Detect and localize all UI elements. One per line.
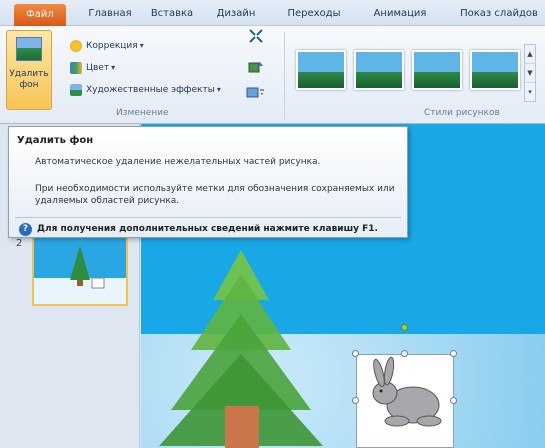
- remove-background-icon: [16, 37, 42, 61]
- tooltip-help-text: Для получения дополнительных сведений на…: [37, 224, 378, 234]
- tab-animations[interactable]: Анимация: [360, 5, 440, 25]
- color-icon: [70, 61, 82, 74]
- picture-style-thumb[interactable]: [470, 50, 520, 90]
- slide-thumbnail[interactable]: [32, 236, 128, 306]
- tab-file[interactable]: Файл: [14, 4, 66, 26]
- change-picture-icon[interactable]: [248, 60, 264, 76]
- tab-design[interactable]: Дизайн: [206, 5, 266, 25]
- remove-background-label: Удалить фон: [9, 69, 49, 90]
- chevron-down-icon: ▾: [111, 63, 116, 72]
- scroll-down-icon[interactable]: ▼: [525, 64, 535, 83]
- remove-background-tooltip: Удалить фон Автоматическое удаление неже…: [8, 126, 408, 238]
- gallery-more-icon[interactable]: ▾: [525, 83, 535, 102]
- resize-handle-top[interactable]: [401, 350, 408, 357]
- tab-insert[interactable]: Вставка: [144, 5, 200, 25]
- tooltip-details: При необходимости используйте метки для …: [35, 184, 395, 206]
- picture-style-thumb[interactable]: [412, 50, 462, 90]
- resize-handle-right[interactable]: [450, 397, 457, 404]
- correction-button[interactable]: Коррекция ▾: [70, 38, 144, 54]
- resize-handle-left[interactable]: [352, 397, 359, 404]
- compress-pictures-icon[interactable]: [248, 28, 264, 44]
- picture-style-thumb[interactable]: [296, 50, 346, 90]
- color-button[interactable]: Цвет ▾: [70, 60, 115, 76]
- rabbit-picture[interactable]: [356, 354, 454, 448]
- picture-style-thumb[interactable]: [354, 50, 404, 90]
- gallery-scroll[interactable]: ▲ ▼ ▾: [524, 44, 536, 102]
- slide-thumbnail-image: [34, 238, 126, 304]
- sun-icon: [70, 39, 82, 52]
- tab-transitions[interactable]: Переходы: [282, 5, 346, 25]
- remove-background-button[interactable]: Удалить фон: [6, 30, 52, 110]
- change-group-label: Изменение: [116, 108, 169, 118]
- scroll-up-icon[interactable]: ▲: [525, 45, 535, 64]
- tab-home[interactable]: Главная: [82, 5, 138, 25]
- slide-number: 2: [16, 238, 23, 249]
- tooltip-divider: [15, 217, 401, 218]
- resize-handle-top-left[interactable]: [352, 350, 359, 357]
- color-label: Цвет: [86, 63, 110, 73]
- tooltip-description: Автоматическое удаление нежелательных ча…: [35, 157, 321, 167]
- resize-handle-top-right[interactable]: [450, 350, 457, 357]
- reset-picture-icon[interactable]: [246, 84, 264, 100]
- chevron-down-icon: ▾: [216, 85, 221, 94]
- artistic-effects-label: Художественные эффекты: [86, 85, 215, 95]
- group-separator: [284, 32, 285, 120]
- tooltip-title: Удалить фон: [17, 135, 94, 146]
- artistic-effects-icon: [70, 83, 82, 96]
- artistic-effects-button[interactable]: Художественные эффекты ▾: [70, 82, 221, 98]
- ribbon: Удалить фон Коррекция ▾ Цвет ▾ Художествен…: [0, 26, 545, 124]
- tab-slide-show[interactable]: Показ слайдов: [454, 5, 544, 25]
- chevron-down-icon: ▾: [139, 41, 144, 50]
- help-icon: ?: [19, 223, 32, 236]
- ribbon-tabs: Файл Главная Вставка Дизайн Переходы Ани…: [0, 0, 545, 26]
- rabbit-image: [372, 356, 442, 427]
- picture-styles-group-label: Стили рисунков: [424, 108, 500, 118]
- correction-label: Коррекция: [86, 41, 138, 51]
- rotation-handle[interactable]: [401, 324, 408, 331]
